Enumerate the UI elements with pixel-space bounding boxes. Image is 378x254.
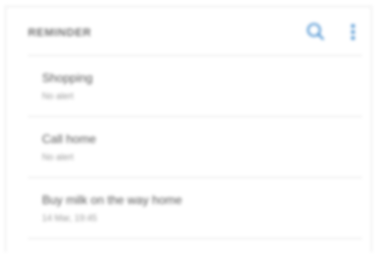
reminder-item-shopping[interactable]: Shopping No alert — [28, 55, 362, 116]
reminder-title: Buy milk on the way home — [42, 193, 183, 207]
more-options-button[interactable] — [347, 22, 359, 42]
reminder-alert-time: 14 Mar, 19:45 — [42, 213, 98, 223]
more-options-icon — [351, 24, 355, 40]
list-divider — [28, 238, 362, 239]
search-button[interactable] — [306, 22, 326, 42]
reminder-alert-status: No alert — [42, 152, 74, 162]
reminder-alert-status: No alert — [42, 91, 74, 101]
reminder-title: Shopping — [42, 71, 93, 85]
reminder-list: Shopping No alert Call home No alert Buy… — [6, 55, 371, 238]
reminder-title: Call home — [42, 132, 97, 146]
reminder-item-call-home[interactable]: Call home No alert — [28, 116, 362, 177]
reminder-item-buy-milk[interactable]: Buy milk on the way home 14 Mar, 19:45 — [28, 177, 362, 238]
reminder-screen: REMINDER Shopping No alert Call home No … — [0, 0, 378, 254]
app-window: REMINDER Shopping No alert Call home No … — [5, 6, 372, 252]
search-icon — [307, 23, 324, 40]
app-title: REMINDER — [28, 27, 92, 39]
app-header: REMINDER — [6, 7, 371, 55]
blurred-content: REMINDER Shopping No alert Call home No … — [0, 0, 378, 254]
